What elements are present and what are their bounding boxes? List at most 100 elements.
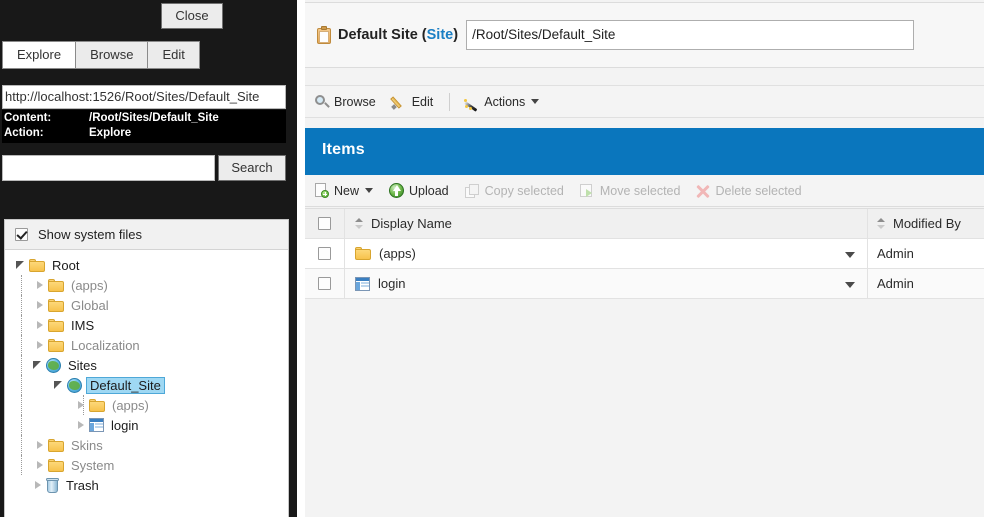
tree-item-global[interactable]: Global <box>5 295 288 315</box>
new-button[interactable]: New <box>315 183 374 198</box>
row-select-cell[interactable] <box>305 269 345 298</box>
tree-item-trash[interactable]: Trash <box>5 475 288 495</box>
explorer-panel: Close Explore Browse Edit http://localho… <box>0 0 297 517</box>
sort-icon[interactable] <box>877 217 886 231</box>
items-toolbar: New Upload Copy selected Move selected D… <box>305 175 984 207</box>
tab-edit[interactable]: Edit <box>148 41 200 69</box>
info-content-key: Content: <box>4 112 52 124</box>
search-button[interactable]: Search <box>218 155 286 181</box>
new-button-label: New <box>334 183 360 198</box>
row-checkbox[interactable] <box>318 247 331 260</box>
items-tab-strip: Items <box>305 128 984 175</box>
content-tree: Root (apps) Global IMS Localization Site… <box>5 250 288 495</box>
column-header-label: Modified By <box>893 216 961 231</box>
move-selected-label: Move selected <box>599 183 681 198</box>
tree-item-skins[interactable]: Skins <box>5 435 288 455</box>
row-modified-by-cell: Admin <box>868 239 984 268</box>
delete-selected-button[interactable]: Delete selected <box>696 183 802 198</box>
row-display-name[interactable]: (apps) <box>379 246 416 261</box>
chevron-right-icon[interactable] <box>32 315 48 335</box>
copy-selected-label: Copy selected <box>484 183 564 198</box>
upload-icon <box>389 183 405 198</box>
upload-button[interactable]: Upload <box>389 183 449 198</box>
row-menu-chevron-down-icon[interactable] <box>845 281 855 288</box>
sort-icon[interactable] <box>355 217 364 231</box>
tree-item-sites[interactable]: Sites <box>5 355 288 375</box>
row-display-name-cell: login <box>345 269 868 298</box>
column-header-modified-by[interactable]: Modified By <box>868 209 984 238</box>
show-system-files-row[interactable]: Show system files <box>5 220 288 250</box>
chevron-right-icon[interactable] <box>32 435 48 455</box>
close-button[interactable]: Close <box>161 3 223 29</box>
tab-browse[interactable]: Browse <box>76 41 149 69</box>
tab-explore[interactable]: Explore <box>2 41 77 69</box>
folder-icon <box>48 318 64 332</box>
tree-item-login[interactable]: login <box>5 415 288 435</box>
chevron-right-icon[interactable] <box>32 295 48 315</box>
tree-item-default-site[interactable]: Default_Site <box>5 375 288 395</box>
chevron-right-icon[interactable] <box>73 395 89 415</box>
trash-icon <box>46 477 59 493</box>
chevron-down-icon[interactable] <box>51 375 67 395</box>
tree-item-label: (apps) <box>112 397 149 413</box>
tree-item-ims[interactable]: IMS <box>5 315 288 335</box>
content-header-row: Default Site (Site) /Root/Sites/Default_… <box>317 20 915 50</box>
upload-button-label: Upload <box>409 183 449 198</box>
magnifier-icon <box>315 94 330 109</box>
url-input[interactable]: http://localhost:1526/Root/Sites/Default… <box>2 85 286 109</box>
row-modified-by: Admin <box>877 246 914 261</box>
explorer-tabs: Explore Browse Edit <box>2 41 200 69</box>
chevron-right-icon[interactable] <box>73 415 89 435</box>
tree-item-default-site-apps[interactable]: (apps) <box>5 395 288 415</box>
browse-button[interactable]: Browse <box>315 94 376 109</box>
search-input[interactable] <box>2 155 215 181</box>
page-title-type[interactable]: Site <box>427 27 454 43</box>
page-title: Default Site (Site) <box>338 27 458 43</box>
delete-selected-label: Delete selected <box>715 183 802 198</box>
content-panel: Default Site (Site) /Root/Sites/Default_… <box>305 0 984 517</box>
tree-item-label: Localization <box>71 337 140 353</box>
tree-item-root[interactable]: Root <box>5 255 288 275</box>
folder-icon <box>48 458 64 472</box>
tree-item-apps[interactable]: (apps) <box>5 275 288 295</box>
table-row[interactable]: (apps) Admin <box>305 239 984 269</box>
actions-menu-button[interactable]: Actions <box>464 95 540 112</box>
chevron-right-icon[interactable] <box>32 335 48 355</box>
items-table: Display Name Modified By (apps) Admin lo… <box>305 208 984 299</box>
row-select-cell[interactable] <box>305 239 345 268</box>
row-checkbox[interactable] <box>318 277 331 290</box>
content-action-toolbar: Browse Edit Actions <box>305 85 984 118</box>
items-tab-label[interactable]: Items <box>322 141 365 159</box>
chevron-down-icon[interactable] <box>30 355 46 375</box>
move-icon <box>579 183 595 198</box>
column-header-display-name[interactable]: Display Name <box>345 209 868 238</box>
copy-selected-button[interactable]: Copy selected <box>464 183 564 198</box>
info-content-value: /Root/Sites/Default_Site <box>89 112 219 124</box>
show-system-files-checkbox[interactable] <box>15 228 28 241</box>
table-row[interactable]: login Admin <box>305 269 984 299</box>
tree-item-localization[interactable]: Localization <box>5 335 288 355</box>
show-system-files-label: Show system files <box>38 227 143 242</box>
folder-icon <box>48 298 64 312</box>
edit-button[interactable]: Edit <box>389 94 434 110</box>
move-selected-button[interactable]: Move selected <box>579 183 681 198</box>
explorer-panel-inner: Close Explore Browse Edit http://localho… <box>0 0 297 517</box>
select-all-checkbox[interactable] <box>318 217 331 230</box>
tree-item-label: IMS <box>71 317 95 333</box>
row-display-name[interactable]: login <box>378 276 405 291</box>
folder-icon <box>29 258 45 272</box>
info-action-value: Explore <box>89 127 132 139</box>
chevron-right-icon[interactable] <box>30 475 46 495</box>
tree-item-label: (apps) <box>71 277 108 293</box>
page-icon <box>89 418 104 432</box>
edit-button-label: Edit <box>411 94 434 109</box>
chevron-down-icon[interactable] <box>13 255 29 275</box>
path-input[interactable]: /Root/Sites/Default_Site <box>466 20 915 50</box>
chevron-right-icon[interactable] <box>32 455 48 475</box>
tree-item-label: System <box>71 457 115 473</box>
tree-item-system[interactable]: System <box>5 455 288 475</box>
folder-icon <box>355 247 371 260</box>
row-menu-chevron-down-icon[interactable] <box>845 251 855 258</box>
chevron-right-icon[interactable] <box>32 275 48 295</box>
select-all-cell[interactable] <box>305 209 345 238</box>
